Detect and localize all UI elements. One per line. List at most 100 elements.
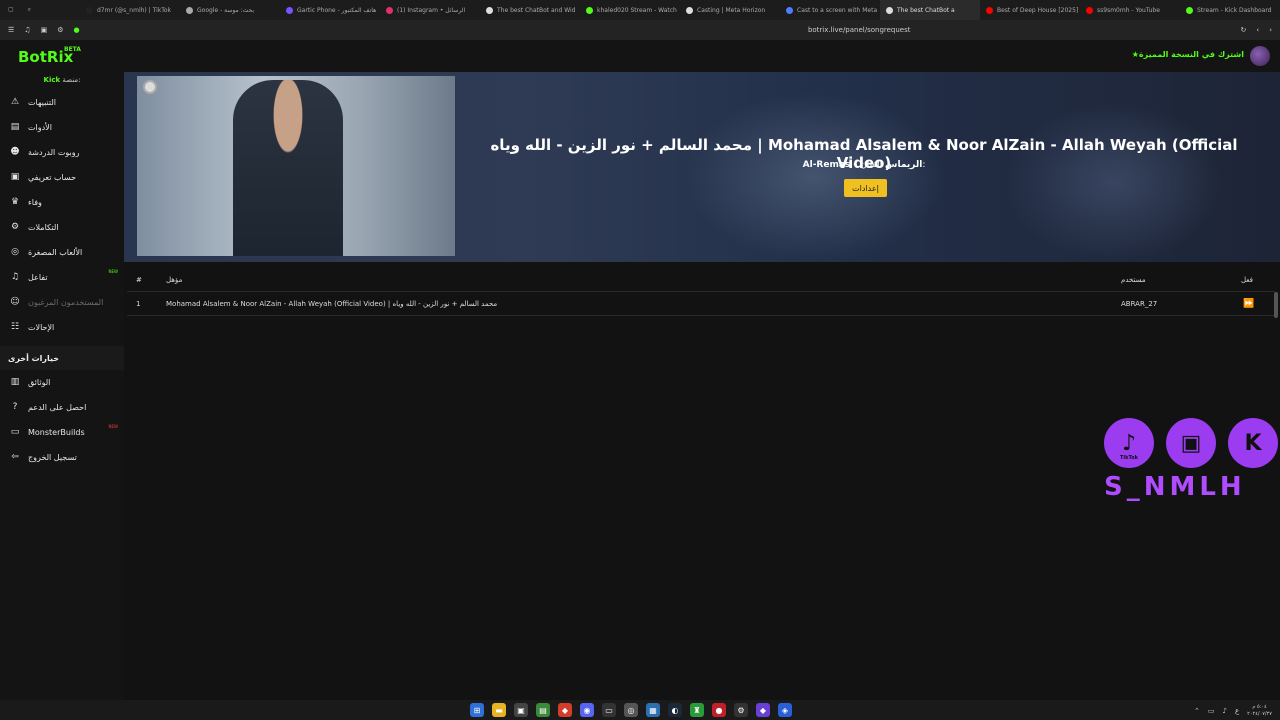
browser-tab[interactable]: The best ChatBot and Wid	[480, 0, 580, 20]
tab-label: Casting | Meta Horizon	[697, 6, 766, 14]
sidebar-item[interactable]: ♫ تفاعل NEW	[0, 265, 124, 289]
sidebar-item[interactable]: ⚠ التنبيهات	[0, 90, 124, 114]
browser-tab[interactable]: Cast to a screen with Meta	[780, 0, 880, 20]
reload-icon[interactable]: ↻	[1241, 26, 1247, 34]
browser-tab[interactable]: Casting | Meta Horizon	[680, 0, 780, 20]
new-badge: NEW	[108, 269, 118, 274]
forward-icon[interactable]: ›	[1269, 26, 1272, 34]
obs-icon[interactable]: ◎	[624, 703, 638, 717]
browser-tab[interactable]: d7mr (@s_nmlh) | TikTok	[80, 0, 180, 20]
tab-favicon-icon	[1186, 6, 1193, 14]
sidebar-item[interactable]: ▭ MonsterBuilds NEW	[0, 420, 124, 444]
tab-label: khaled020 Stream - Watch	[597, 6, 677, 14]
row-title: Mohamad Alsalem & Noor AlZain - Allah We…	[166, 300, 498, 308]
star-icon: ★	[1131, 50, 1139, 59]
launcher-icon[interactable]: ◆	[756, 703, 770, 717]
sidebar-item-label: الأدوات	[28, 122, 52, 132]
sidebar-item-label: الألعاب المصغرة	[28, 247, 83, 257]
lang-indicator[interactable]: ع	[1235, 707, 1239, 715]
tab-favicon-icon	[686, 6, 693, 14]
address-bar: ☰ ♫ ▣ ⚙ ● botrix.live/panel/songrequest …	[0, 20, 1280, 40]
sidebar-item[interactable]: ⇦ تسجيل الخروج	[0, 445, 124, 469]
browser-tab[interactable]: ss9sm0mh - YouTube	[1080, 0, 1180, 20]
docs-icon: ▥	[10, 377, 20, 387]
back-icon[interactable]: ‹	[1256, 26, 1259, 34]
clock[interactable]: ٥:٠٤ م ٢٠٢٤/٠٧/٢٧	[1247, 704, 1272, 718]
header-action: فعل	[1241, 276, 1254, 284]
browser-tab[interactable]: khaled020 Stream - Watch	[580, 0, 680, 20]
sidebar-item[interactable]: ▣ حساب تعريفي	[0, 165, 124, 189]
scrollbar[interactable]	[1274, 292, 1278, 318]
meta-quest-icon[interactable]: ▭	[602, 703, 616, 717]
sidebar-item[interactable]: ▤ الأدوات	[0, 115, 124, 139]
settings-button[interactable]: إعدادات	[844, 179, 887, 197]
menu-icon[interactable]: ☰	[8, 26, 14, 34]
taskbar-apps: ⊞ ▬ ▣ ▤ ◆ ◉ ▭ ◎ ▦ ◐ ♜ ● ⚙ ◆ ◈	[470, 703, 792, 717]
browser-tab[interactable]: Google - بحث: موسة	[180, 0, 280, 20]
browser-tab[interactable]: (1) Instagram • الرسائل	[380, 0, 480, 20]
sidebar-item[interactable]: ▥ الوثائق	[0, 370, 124, 394]
sidebar-item-label: احصل على الدعم	[28, 402, 87, 412]
tab-label: (1) Instagram • الرسائل	[397, 6, 466, 14]
sidebar-item[interactable]: ? احصل على الدعم	[0, 395, 124, 419]
file-explorer-icon[interactable]: ▬	[492, 703, 506, 717]
skip-forward-icon[interactable]: ⏩	[1243, 299, 1254, 309]
settings-app-icon[interactable]: ⚙	[734, 703, 748, 717]
browser-tab[interactable]: Stream - Kick Dashboard	[1180, 0, 1280, 20]
sidebar-item-label: تسجيل الخروج	[28, 452, 77, 462]
screenshot-icon[interactable]: ▣	[41, 26, 48, 34]
store-icon[interactable]: ▣	[514, 703, 528, 717]
sidebar-item-label: روبوت الدردشة	[28, 147, 80, 157]
table-row[interactable]: 1 Mohamad Alsalem & Noor AlZain - Allah …	[127, 292, 1275, 316]
row-user: ABRAR_27	[1121, 300, 1158, 308]
taskbar: ⊞ ▬ ▣ ▤ ◆ ◉ ▭ ◎ ▦ ◐ ♜ ● ⚙ ◆ ◈ ⌃ ▭ ♪ ع ٥:…	[0, 700, 1280, 720]
tray-expand-icon[interactable]: ⌃	[1194, 707, 1200, 715]
discord-icon[interactable]: ◉	[580, 703, 594, 717]
stream-overlay: ♪ TikTok ▣ K S_NMLH	[1100, 416, 1280, 516]
vpn-icon[interactable]: ●	[73, 26, 79, 34]
browser-tab[interactable]: Best of Deep House [2025]	[980, 0, 1080, 20]
sidebar-item[interactable]: ☻ روبوت الدردشة	[0, 140, 124, 164]
twitch-icon: ▣	[1166, 418, 1216, 468]
notepad-icon[interactable]: ▤	[536, 703, 550, 717]
start-icon[interactable]: ⊞	[470, 703, 484, 717]
tab-favicon-icon	[386, 6, 393, 14]
sidebar-item[interactable]: ☷ الإحالات	[0, 315, 124, 339]
tab-search-icon[interactable]: ⌕	[28, 6, 31, 14]
browser-tab[interactable]: The best ChatBot a	[880, 0, 980, 20]
network-icon[interactable]: ▭	[1208, 707, 1215, 715]
sidebar-item-label: الوثائق	[28, 377, 51, 387]
now-playing-banner: محمد السالم + نور الزين - الله وياه | Mo…	[124, 72, 1280, 262]
tab-favicon-icon	[86, 6, 93, 14]
brave-icon[interactable]: ◆	[558, 703, 572, 717]
crypto-icon[interactable]: ◈	[778, 703, 792, 717]
sidebar-item-label: MonsterBuilds	[28, 427, 85, 437]
calculator-icon[interactable]: ▦	[646, 703, 660, 717]
extensions-icon[interactable]: ⚙	[57, 26, 63, 34]
window-menu-icon[interactable]: ▢	[8, 6, 14, 14]
upgrade-link[interactable]: ★اشترك في النسخة المميزة	[1132, 50, 1244, 59]
url-field[interactable]: botrix.live/panel/songrequest	[380, 26, 1241, 34]
avatar[interactable]	[1250, 46, 1270, 66]
botrix-logo[interactable]: BotRix BETA	[18, 46, 81, 66]
sidebar-item-label: وفاء	[28, 197, 42, 207]
app-header: BotRix BETA ★اشترك في النسخة المميزة	[0, 40, 1280, 72]
sidebar-item-label: التكاملات	[28, 222, 59, 232]
sidebar-item[interactable]: ♛ وفاء	[0, 190, 124, 214]
volume-icon[interactable]: ♪	[1222, 707, 1226, 715]
sidebar-item-label: الإحالات	[28, 322, 55, 332]
window-controls: ▢ ⌕	[0, 6, 80, 14]
sidebar-item-label: تفاعل	[28, 272, 48, 282]
sidebar-item[interactable]: ⚙ التكاملات	[0, 215, 124, 239]
tab-favicon-icon	[786, 6, 793, 14]
steam-icon[interactable]: ◐	[668, 703, 682, 717]
integrations-icon: ⚙	[10, 222, 20, 232]
sidebar-item[interactable]: ☺ المستخدمون المرغبون	[0, 290, 124, 314]
record-icon[interactable]: ●	[712, 703, 726, 717]
vpn-app-icon[interactable]: ♜	[690, 703, 704, 717]
browser-tab[interactable]: Gartic Phone - هاتف المكتبور	[280, 0, 380, 20]
header-title: مؤهل	[166, 276, 183, 284]
trophy-icon: ♛	[10, 197, 20, 207]
media-icon[interactable]: ♫	[24, 26, 30, 34]
sidebar-item[interactable]: ◎ الألعاب المصغرة	[0, 240, 124, 264]
